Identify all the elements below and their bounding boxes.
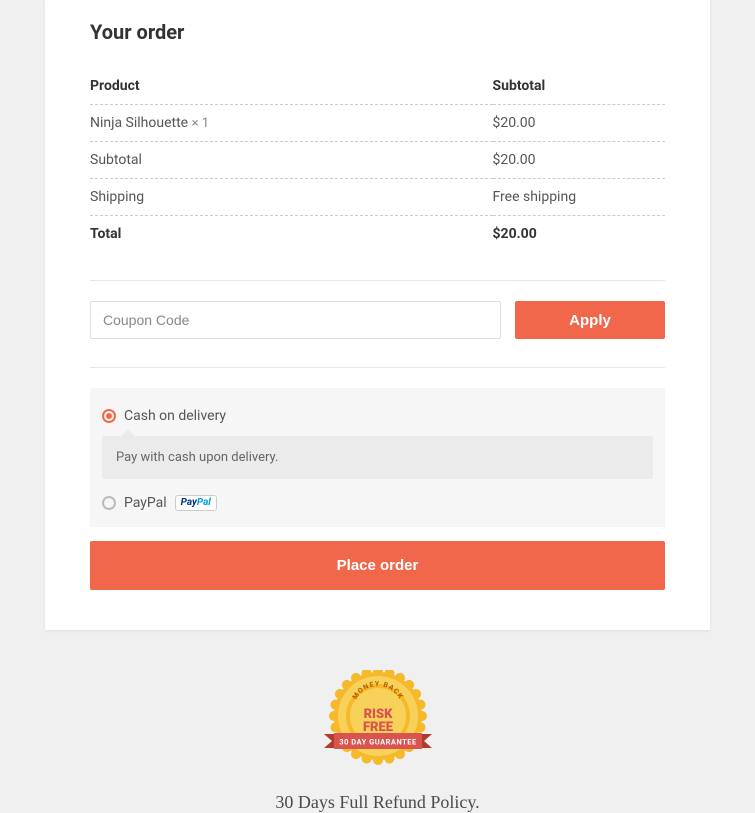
product-subtotal: $20.00	[493, 105, 666, 142]
payment-description-box: Pay with cash upon delivery.	[102, 436, 653, 479]
payment-methods: Cash on delivery Pay with cash upon deli…	[90, 388, 665, 527]
shipping-label: Shipping	[90, 179, 493, 216]
product-cell: Ninja Silhouette × 1	[90, 105, 493, 142]
total-value: $20.00	[493, 216, 666, 253]
divider	[90, 280, 665, 281]
order-table: Product Subtotal Ninja Silhouette × 1 $2…	[90, 68, 665, 252]
apply-coupon-button[interactable]: Apply	[515, 301, 665, 339]
product-name: Ninja Silhouette	[90, 115, 188, 131]
payment-option-paypal[interactable]: PayPal PayPal	[102, 493, 653, 513]
subtotal-row: Subtotal $20.00	[90, 142, 665, 179]
product-header: Product	[90, 68, 493, 105]
payment-description: Pay with cash upon delivery.	[102, 436, 653, 479]
payment-option-label: PayPal	[124, 495, 167, 511]
paypal-logo-icon: PayPal	[175, 495, 217, 511]
guarantee-section: MONEY BACK RISK FREE 30 DAY GUARANTEE 30…	[0, 670, 755, 813]
table-row: Ninja Silhouette × 1 $20.00	[90, 105, 665, 142]
refund-policy-text: 30 Days Full Refund Policy.	[0, 792, 755, 813]
product-qty: × 1	[192, 116, 209, 131]
divider	[90, 367, 665, 368]
radio-selected-icon[interactable]	[102, 409, 116, 423]
svg-text:FREE: FREE	[362, 720, 393, 735]
guarantee-badge-icon: MONEY BACK RISK FREE 30 DAY GUARANTEE	[318, 670, 438, 770]
subtotal-label: Subtotal	[90, 142, 493, 179]
total-row: Total $20.00	[90, 216, 665, 253]
place-order-button[interactable]: Place order	[90, 541, 665, 590]
total-label: Total	[90, 216, 493, 253]
radio-unselected-icon[interactable]	[102, 496, 116, 510]
order-title: Your order	[90, 20, 665, 44]
coupon-input[interactable]	[90, 301, 501, 339]
payment-option-label: Cash on delivery	[124, 408, 226, 424]
subtotal-value: $20.00	[493, 142, 666, 179]
subtotal-header: Subtotal	[493, 68, 666, 105]
svg-text:30 DAY GUARANTEE: 30 DAY GUARANTEE	[339, 738, 417, 747]
order-summary-card: Your order Product Subtotal Ninja Silhou…	[45, 0, 710, 630]
shipping-row: Shipping Free shipping	[90, 179, 665, 216]
coupon-row: Apply	[90, 301, 665, 339]
shipping-value: Free shipping	[493, 179, 666, 216]
payment-option-cod[interactable]: Cash on delivery	[102, 406, 653, 426]
tooltip-arrow-icon	[120, 429, 136, 437]
